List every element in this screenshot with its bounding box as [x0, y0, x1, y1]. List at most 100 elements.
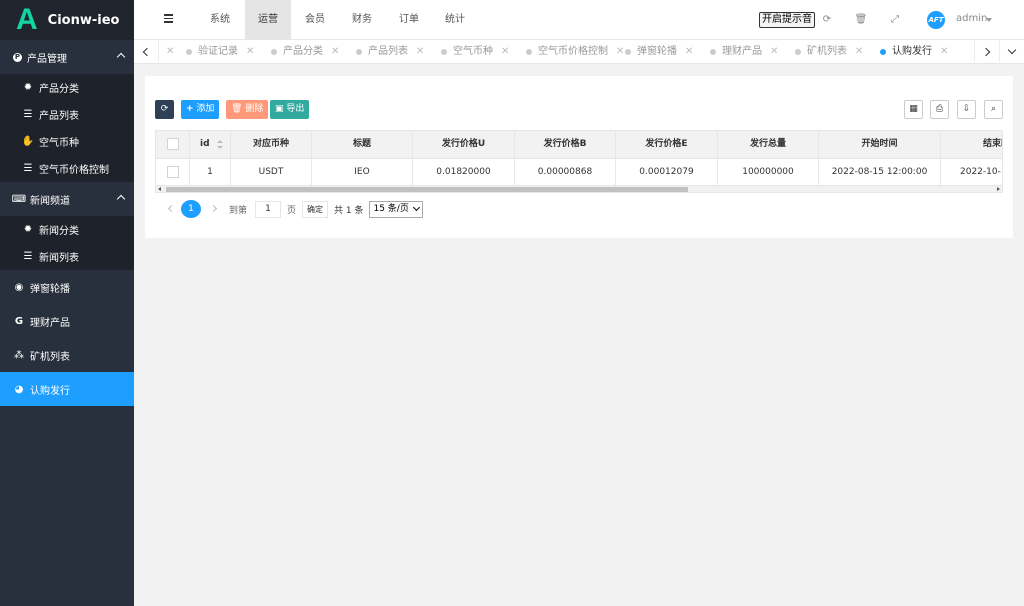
select-all-cell[interactable]: [156, 131, 190, 158]
close-icon[interactable]: ✕: [616, 40, 624, 64]
sidebar-item-miner-list[interactable]: ⁂ 矿机列表: [0, 338, 134, 372]
page-tab-popup-carousel[interactable]: 弹窗轮播 ✕: [625, 40, 693, 64]
page-tab-verify-log[interactable]: 验证记录 ✕: [186, 40, 254, 64]
delete-button[interactable]: 🗑 删除: [226, 100, 269, 119]
sidebar-item-air-coin-price[interactable]: ☰ 空气币价格控制: [0, 155, 134, 182]
scroll-left-arrow-icon[interactable]: [158, 187, 161, 191]
page-size-select[interactable]: 15 条/页: [369, 200, 423, 218]
trash-icon[interactable]: 🗑: [854, 13, 868, 27]
export-download-button[interactable]: ⇩: [957, 100, 976, 119]
tab-dot-icon: [526, 49, 532, 55]
sidebar-item-product-category[interactable]: ✹ 产品分类: [0, 74, 134, 101]
scrollbar-thumb[interactable]: [166, 187, 688, 192]
export-button[interactable]: ▣ 导出: [270, 100, 310, 119]
pagination: 1 到第 1 页 确定 共 1 条 15 条/页: [155, 200, 423, 218]
search-button[interactable]: ⌕: [984, 100, 1003, 119]
plus-icon: +: [186, 104, 194, 114]
print-button[interactable]: ⎙: [930, 100, 949, 119]
scroll-right-arrow-icon[interactable]: [997, 187, 1000, 191]
page-number-current[interactable]: 1: [181, 200, 201, 218]
chevron-right-icon: [209, 204, 218, 213]
close-icon[interactable]: ✕: [331, 40, 339, 64]
nav-group-product[interactable]: P 产品管理: [0, 40, 134, 74]
refresh-icon[interactable]: ⟳: [820, 13, 834, 27]
add-button[interactable]: + 添加: [181, 100, 220, 119]
page-tab-air-coin-price[interactable]: 空气币价格控制 ✕: [526, 40, 624, 64]
tabs-scroll-left-button[interactable]: [134, 40, 159, 64]
page-tab-product-category[interactable]: 产品分类 ✕: [271, 40, 339, 64]
menu-toggle-icon[interactable]: [164, 14, 173, 25]
avatar[interactable]: AFT: [927, 11, 945, 29]
list-icon: ☰: [23, 163, 33, 174]
content-card: ⟳ + 添加 🗑 删除 ▣ 导出 ▦ ⎙ ⇩ ⌕ id 对应币种 标题 发行价格…: [145, 76, 1013, 238]
column-header: 对应币种: [231, 131, 312, 158]
sidebar-item-popup-carousel[interactable]: ◉ 弹窗轮播: [0, 270, 134, 304]
select-all-checkbox[interactable]: [166, 137, 179, 150]
row-checkbox[interactable]: [166, 165, 179, 178]
tab-orders[interactable]: 订单: [389, 0, 429, 40]
close-icon[interactable]: ✕: [855, 40, 863, 64]
delete-button-label: 删除: [245, 104, 264, 114]
page-tab-miner-list[interactable]: 矿机列表 ✕: [795, 40, 863, 64]
table-row[interactable]: 1 USDT IEO 0.01820000 0.00000868 0.00012…: [156, 158, 1002, 186]
sidebar-item-air-coin[interactable]: ✋ 空气币种: [0, 128, 134, 155]
close-icon[interactable]: ✕: [685, 40, 693, 64]
page-tab-subscription[interactable]: 认购发行 ✕: [880, 40, 948, 64]
tab-operations[interactable]: 运营: [245, 0, 291, 40]
tab-finance[interactable]: 财务: [342, 0, 382, 40]
page-tab-label: 空气币种: [453, 46, 493, 57]
tab-system[interactable]: 系统: [200, 0, 240, 40]
file-export-icon: ▣: [275, 104, 284, 114]
close-icon[interactable]: ✕: [940, 40, 948, 64]
page-tab-label: 认购发行: [892, 46, 932, 57]
page-tab-label: 矿机列表: [807, 46, 847, 57]
page-tab-finance-product[interactable]: 理财产品 ✕: [710, 40, 778, 64]
close-icon[interactable]: ✕: [246, 40, 254, 64]
close-icon[interactable]: ✕: [416, 40, 424, 64]
page-tab-air-coin[interactable]: 空气币种 ✕: [441, 40, 509, 64]
logo[interactable]: A Cionw-ieo: [0, 0, 134, 40]
tabs-scroll-right-button[interactable]: [974, 40, 999, 64]
column-header: 发行价格B: [515, 131, 616, 158]
close-icon[interactable]: ✕: [166, 40, 174, 64]
next-page-button[interactable]: [209, 204, 219, 213]
fullscreen-icon[interactable]: ⤢: [888, 13, 902, 27]
columns-filter-button[interactable]: ▦: [904, 100, 923, 119]
user-name[interactable]: admin: [956, 13, 987, 24]
nav-group-news[interactable]: ⌨ 新闻频道: [0, 182, 134, 216]
list-icon: ☰: [23, 251, 33, 262]
keyboard-icon: ⌨: [11, 193, 27, 205]
refresh-button[interactable]: ⟳: [155, 100, 174, 119]
sidebar-item-label: 空气币价格控制: [39, 165, 109, 176]
chevron-up-icon: [116, 52, 126, 62]
page-tab-home-close[interactable]: ✕: [158, 40, 174, 64]
tab-statistics[interactable]: 统计: [435, 0, 475, 40]
sidebar-item-finance-product[interactable]: G 理财产品: [0, 304, 134, 338]
chevron-left-icon: [167, 204, 176, 213]
row-select-cell[interactable]: [156, 159, 190, 186]
sort-asc-icon[interactable]: [217, 140, 223, 143]
close-icon[interactable]: ✕: [501, 40, 509, 64]
sort-desc-icon[interactable]: [217, 146, 223, 149]
caret-down-icon[interactable]: [986, 18, 992, 22]
enable-sound-button[interactable]: 开启提示音: [759, 12, 815, 28]
goto-page-input[interactable]: 1: [255, 200, 282, 218]
page-unit-label: 页: [287, 205, 297, 216]
tab-members[interactable]: 会员: [295, 0, 335, 40]
horizontal-scrollbar[interactable]: [156, 185, 1002, 192]
trash-icon: 🗑: [231, 104, 243, 114]
sidebar-item-subscription[interactable]: ◕ 认购发行: [0, 372, 134, 406]
close-icon[interactable]: ✕: [770, 40, 778, 64]
sidebar-item-label: 认购发行: [30, 385, 70, 397]
tabs-menu-button[interactable]: [999, 40, 1024, 64]
goto-confirm-button[interactable]: 确定: [302, 200, 329, 218]
page-tab-product-list[interactable]: 产品列表 ✕: [356, 40, 424, 64]
prev-page-button[interactable]: [167, 204, 176, 213]
tab-dot-icon: [441, 49, 447, 55]
sidebar-item-news-category[interactable]: ✹ 新闻分类: [0, 216, 134, 243]
sidebar-item-product-list[interactable]: ☰ 产品列表: [0, 101, 134, 128]
table-cell: USDT: [231, 159, 312, 186]
chevron-right-icon: [981, 47, 991, 57]
column-header-id[interactable]: id: [190, 131, 231, 158]
sidebar-item-news-list[interactable]: ☰ 新闻列表: [0, 243, 134, 270]
